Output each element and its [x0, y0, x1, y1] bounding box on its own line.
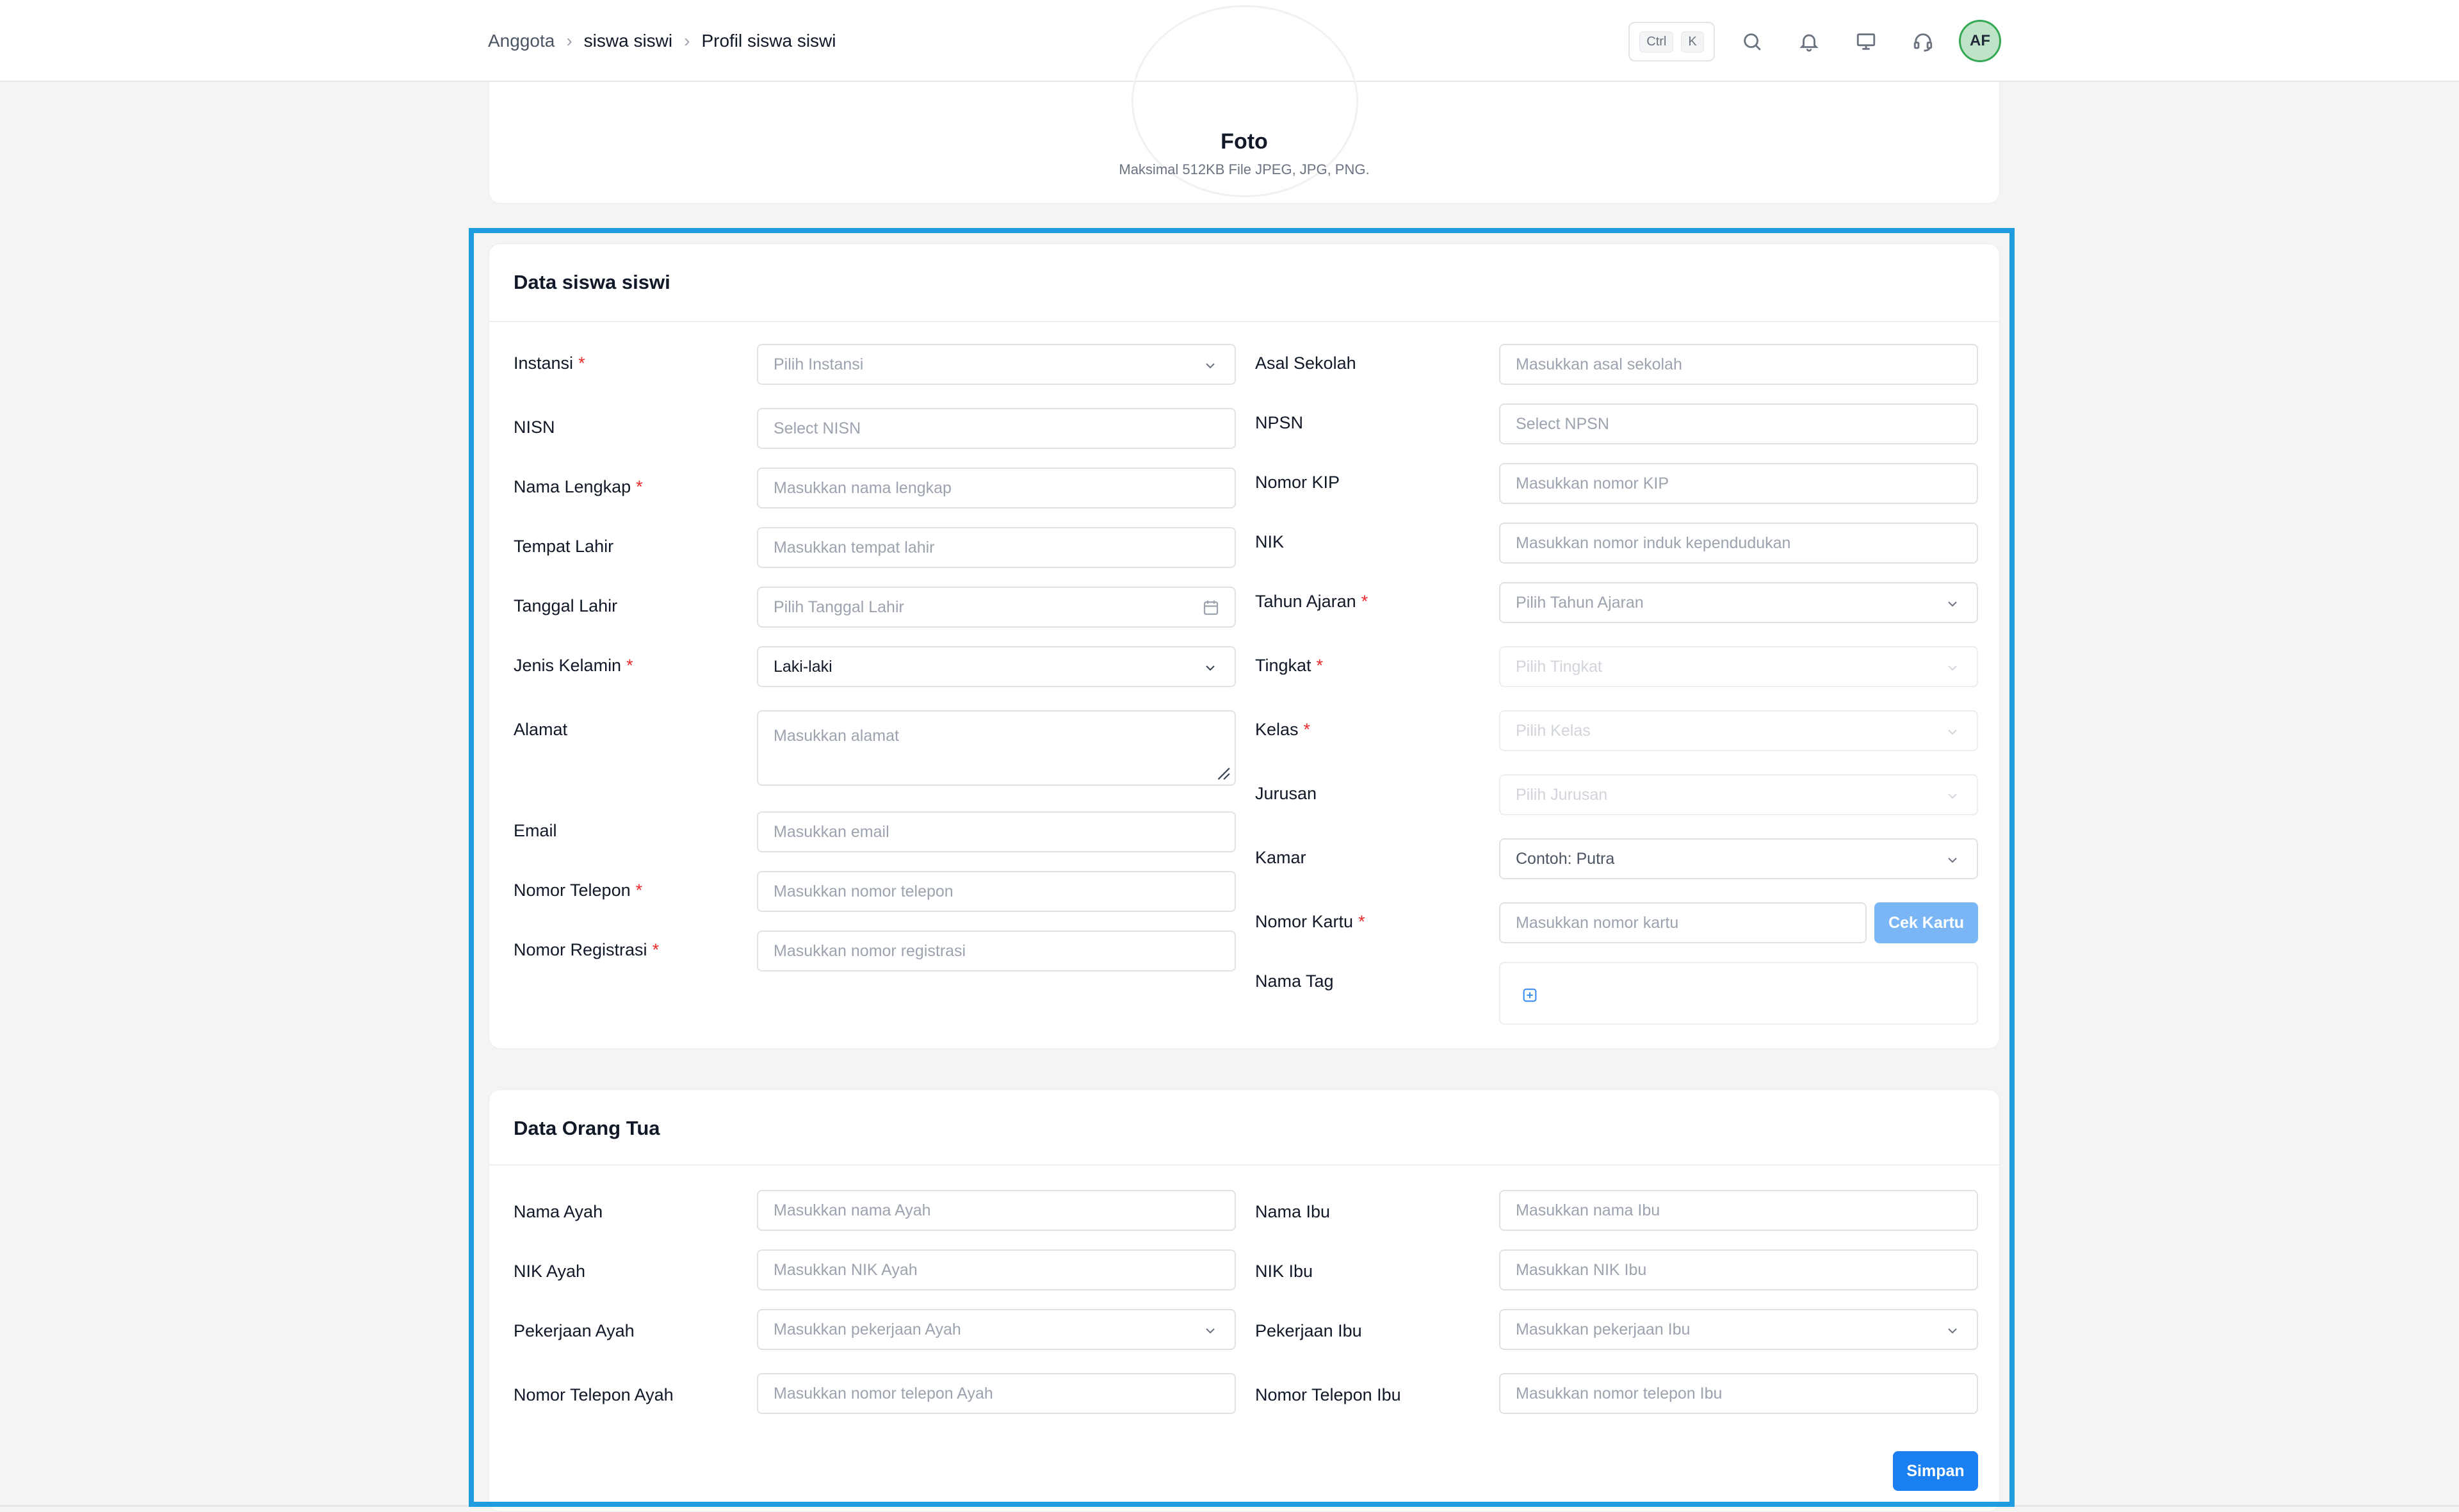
- search-icon[interactable]: [1738, 28, 1766, 56]
- label-pekerjaan-ibu: Pekerjaan Ibu: [1255, 1321, 1362, 1340]
- npsn-input[interactable]: Select NPSN: [1499, 403, 1978, 444]
- alamat-textarea[interactable]: Masukkan alamat: [757, 710, 1236, 786]
- breadcrumb-item-anggota[interactable]: Anggota: [488, 31, 555, 51]
- label-tingkat: Tingkat *: [1255, 656, 1324, 675]
- label-jurusan: Jurusan: [1255, 784, 1317, 803]
- chevron-down-icon: [1948, 601, 1957, 607]
- breadcrumb-separator: ›: [566, 31, 572, 51]
- label-nama-tag: Nama Tag: [1255, 971, 1334, 991]
- tahun-ajaran-select[interactable]: Pilih Tahun Ajaran: [1499, 582, 1978, 623]
- bell-icon[interactable]: [1795, 28, 1823, 56]
- card-divider: [489, 1164, 1999, 1166]
- label-tempat-lahir: Tempat Lahir: [514, 537, 614, 556]
- student-data-card: Data siswa siswi Instansi * Pilih Instans…: [489, 243, 2000, 1049]
- nomor-telepon-ayah-input[interactable]: Masukkan nomor telepon Ayah: [757, 1373, 1236, 1414]
- photo-title: Foto: [1221, 129, 1268, 154]
- card-divider: [489, 321, 1999, 322]
- nama-ayah-input[interactable]: Masukkan nama Ayah: [757, 1190, 1236, 1231]
- label-kamar: Kamar: [1255, 848, 1306, 867]
- jurusan-select: Pilih Jurusan: [1499, 774, 1978, 815]
- nisn-input[interactable]: Select NISN: [757, 408, 1236, 449]
- label-jenis-kelamin: Jenis Kelamin *: [514, 656, 633, 675]
- chevron-down-icon: [1948, 729, 1957, 735]
- breadcrumb-separator: ›: [684, 31, 690, 51]
- chevron-down-icon: [1948, 1328, 1957, 1334]
- nik-ayah-input[interactable]: Masukkan NIK Ayah: [757, 1249, 1236, 1290]
- label-nama-lengkap: Nama Lengkap *: [514, 477, 643, 496]
- chevron-down-icon: [1206, 1328, 1215, 1334]
- kbd-k: K: [1681, 31, 1704, 53]
- label-instansi: Instansi *: [514, 354, 585, 373]
- pekerjaan-ayah-select[interactable]: Masukkan pekerjaan Ayah: [757, 1309, 1236, 1350]
- chevron-down-icon: [1948, 793, 1957, 799]
- label-nomor-telepon-ayah: Nomor Telepon Ayah: [514, 1385, 674, 1404]
- label-email: Email: [514, 821, 557, 840]
- kbd-ctrl: Ctrl: [1639, 31, 1674, 53]
- resize-handle-icon[interactable]: [1214, 764, 1231, 781]
- label-kelas: Kelas *: [1255, 720, 1311, 739]
- nik-ibu-input[interactable]: Masukkan NIK Ibu: [1499, 1249, 1978, 1290]
- label-pekerjaan-ayah: Pekerjaan Ayah: [514, 1321, 635, 1340]
- nama-ibu-input[interactable]: Masukkan nama Ibu: [1499, 1190, 1978, 1231]
- label-nomor-telepon-ibu: Nomor Telepon Ibu: [1255, 1385, 1401, 1404]
- monitor-icon[interactable]: [1852, 28, 1880, 56]
- save-button[interactable]: Simpan: [1893, 1451, 1978, 1491]
- nomor-telepon-ibu-input[interactable]: Masukkan nomor telepon Ibu: [1499, 1373, 1978, 1414]
- pekerjaan-ibu-select[interactable]: Masukkan pekerjaan Ibu: [1499, 1309, 1978, 1350]
- nomor-kartu-input[interactable]: Masukkan nomor kartu: [1499, 902, 1867, 943]
- calendar-icon: [1203, 600, 1219, 615]
- avatar[interactable]: AF: [1959, 20, 2001, 62]
- headset-icon[interactable]: [1909, 28, 1937, 56]
- nama-tag-field[interactable]: [1499, 962, 1978, 1025]
- cek-kartu-button[interactable]: Cek Kartu: [1874, 902, 1978, 943]
- breadcrumb-item-siswa-siswi[interactable]: siswa siswi: [584, 31, 672, 51]
- nama-lengkap-input[interactable]: Masukkan nama lengkap: [757, 467, 1236, 508]
- label-nomor-kip: Nomor KIP: [1255, 473, 1340, 492]
- label-nama-ibu: Nama Ibu: [1255, 1202, 1331, 1221]
- breadcrumb: Anggota › siswa siswi › Profil siswa sis…: [488, 29, 836, 53]
- chevron-down-icon: [1206, 665, 1215, 671]
- label-nisn: NISN: [514, 418, 555, 437]
- parent-card-title: Data Orang Tua: [514, 1117, 660, 1139]
- nik-input[interactable]: Masukkan nomor induk kependudukan: [1499, 523, 1978, 564]
- label-alamat: Alamat: [514, 720, 568, 739]
- label-nomor-registrasi: Nomor Registrasi *: [514, 940, 660, 959]
- instansi-select[interactable]: Pilih Instansi: [757, 344, 1236, 385]
- label-nomor-telepon: Nomor Telepon *: [514, 881, 643, 900]
- breadcrumb-item-profil: Profil siswa siswi: [701, 31, 836, 51]
- kelas-select: Pilih Kelas: [1499, 710, 1978, 751]
- tanggal-lahir-datepicker[interactable]: Pilih Tanggal Lahir: [757, 587, 1236, 628]
- label-nik-ayah: NIK Ayah: [514, 1262, 586, 1281]
- chevron-down-icon: [1948, 665, 1957, 671]
- student-card-title: Data siswa siswi: [514, 271, 670, 293]
- label-asal-sekolah: Asal Sekolah: [1255, 354, 1356, 373]
- label-nik-ibu: NIK Ibu: [1255, 1262, 1313, 1281]
- add-tag-icon[interactable]: [1521, 986, 1539, 1004]
- label-tahun-ajaran: Tahun Ajaran *: [1255, 592, 1368, 611]
- photo-card: Foto Maksimal 512KB File JPEG, JPG, PNG.: [489, 5, 2000, 204]
- label-nomor-kartu: Nomor Kartu *: [1255, 912, 1365, 931]
- nomor-kip-input[interactable]: Masukkan nomor KIP: [1499, 463, 1978, 504]
- jenis-kelamin-select[interactable]: Laki-laki: [757, 646, 1236, 687]
- parent-data-card: Data Orang Tua Nama Ayah Masukkan nama A…: [489, 1089, 2000, 1512]
- label-nama-ayah: Nama Ayah: [514, 1202, 603, 1221]
- photo-subtitle: Maksimal 512KB File JPEG, JPG, PNG.: [1119, 161, 1370, 177]
- tingkat-select: Pilih Tingkat: [1499, 646, 1978, 687]
- command-palette-shortcut[interactable]: Ctrl K: [1628, 22, 1715, 61]
- tempat-lahir-input[interactable]: Masukkan tempat lahir: [757, 527, 1236, 568]
- nomor-registrasi-input[interactable]: Masukkan nomor registrasi: [757, 931, 1236, 971]
- chevron-down-icon: [1948, 858, 1957, 863]
- email-input[interactable]: Masukkan email: [757, 811, 1236, 852]
- label-tanggal-lahir: Tanggal Lahir: [514, 596, 618, 615]
- kamar-select[interactable]: Contoh: Putra: [1499, 838, 1978, 879]
- nomor-telepon-input[interactable]: Masukkan nomor telepon: [757, 871, 1236, 912]
- chevron-down-icon: [1206, 363, 1215, 369]
- label-nik: NIK: [1255, 532, 1285, 551]
- label-npsn: NPSN: [1255, 413, 1304, 432]
- asal-sekolah-input[interactable]: Masukkan asal sekolah: [1499, 344, 1978, 385]
